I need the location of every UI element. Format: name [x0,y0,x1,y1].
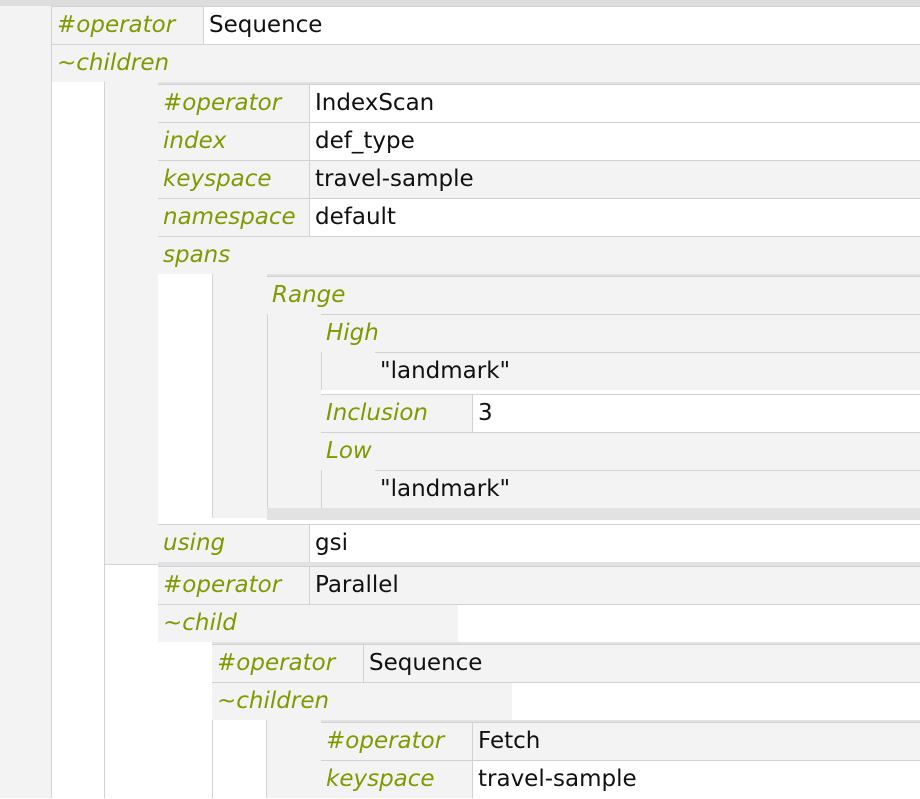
indexscan-operator-key: #operator [158,85,310,122]
fetch-operator-value: Fetch [478,728,541,754]
low-value: "landmark" [380,476,511,502]
high-value-row[interactable]: "landmark" [375,352,920,390]
spans-indent [212,274,267,518]
fetch-indent [266,720,321,798]
spans-bottom-band [267,508,920,520]
range-row[interactable]: Range [267,276,920,314]
indexscan-operator-row[interactable]: #operator IndexScan [158,84,920,122]
range-indent [267,314,321,518]
index-value: def_type [315,128,415,154]
low-row[interactable]: Low [321,432,920,470]
fetch-keyspace-value: travel-sample [478,766,637,792]
range-key: Range [267,277,567,314]
sequence-operator-key: #operator [212,645,364,682]
inclusion-value: 3 [478,400,493,426]
root-children-key: ~children [52,45,352,82]
namespace-value: default [315,204,396,230]
spans-row[interactable]: spans [158,236,920,274]
spans-key: spans [158,237,458,274]
parallel-operator-key: #operator [158,567,310,604]
fetch-keyspace-row[interactable]: keyspace travel-sample [321,760,920,798]
array-item-2-gutter [105,564,158,799]
root-operator-key: #operator [52,7,204,44]
low-key: Low [321,433,621,470]
child-row[interactable]: ~child [158,604,920,642]
using-value: gsi [315,530,348,556]
fetch-operator-row[interactable]: #operator Fetch [321,722,920,760]
low-indent [321,470,375,508]
child-key: ~child [158,605,458,642]
sequence-children-row[interactable]: ~children [212,682,920,720]
indexscan-operator-value: IndexScan [315,90,435,116]
high-row[interactable]: High [321,314,920,352]
sequence-operator-value: Sequence [369,650,483,676]
root-operator-row[interactable]: #operator Sequence [52,6,920,44]
using-key: using [158,525,310,562]
inclusion-key: Inclusion [321,395,473,432]
sequence-children-guide [212,720,213,798]
root-indent [0,6,52,798]
namespace-row[interactable]: namespace default [158,198,920,236]
query-plan-tree: #operator Sequence ~children #operator I… [0,0,920,799]
root-children-row[interactable]: ~children [52,44,920,82]
sequence-children-key: ~children [212,683,512,720]
inclusion-row[interactable]: Inclusion 3 [321,394,920,432]
high-key: High [321,315,621,352]
keyspace-row[interactable]: keyspace travel-sample [158,160,920,198]
parallel-operator-row[interactable]: #operator Parallel [158,566,920,604]
sequence-operator-row[interactable]: #operator Sequence [212,644,920,682]
namespace-key: namespace [158,199,310,236]
high-indent [321,352,375,390]
fetch-keyspace-key: keyspace [321,761,473,798]
using-row[interactable]: using gsi [158,524,920,562]
high-value: "landmark" [380,358,511,384]
low-value-row[interactable]: "landmark" [375,470,920,508]
index-key: index [158,123,310,160]
parallel-operator-value: Parallel [315,572,399,598]
fetch-operator-key: #operator [321,723,473,760]
keyspace-key: keyspace [158,161,310,198]
keyspace-value: travel-sample [315,166,474,192]
root-operator-value: Sequence [209,12,323,38]
index-row[interactable]: index def_type [158,122,920,160]
